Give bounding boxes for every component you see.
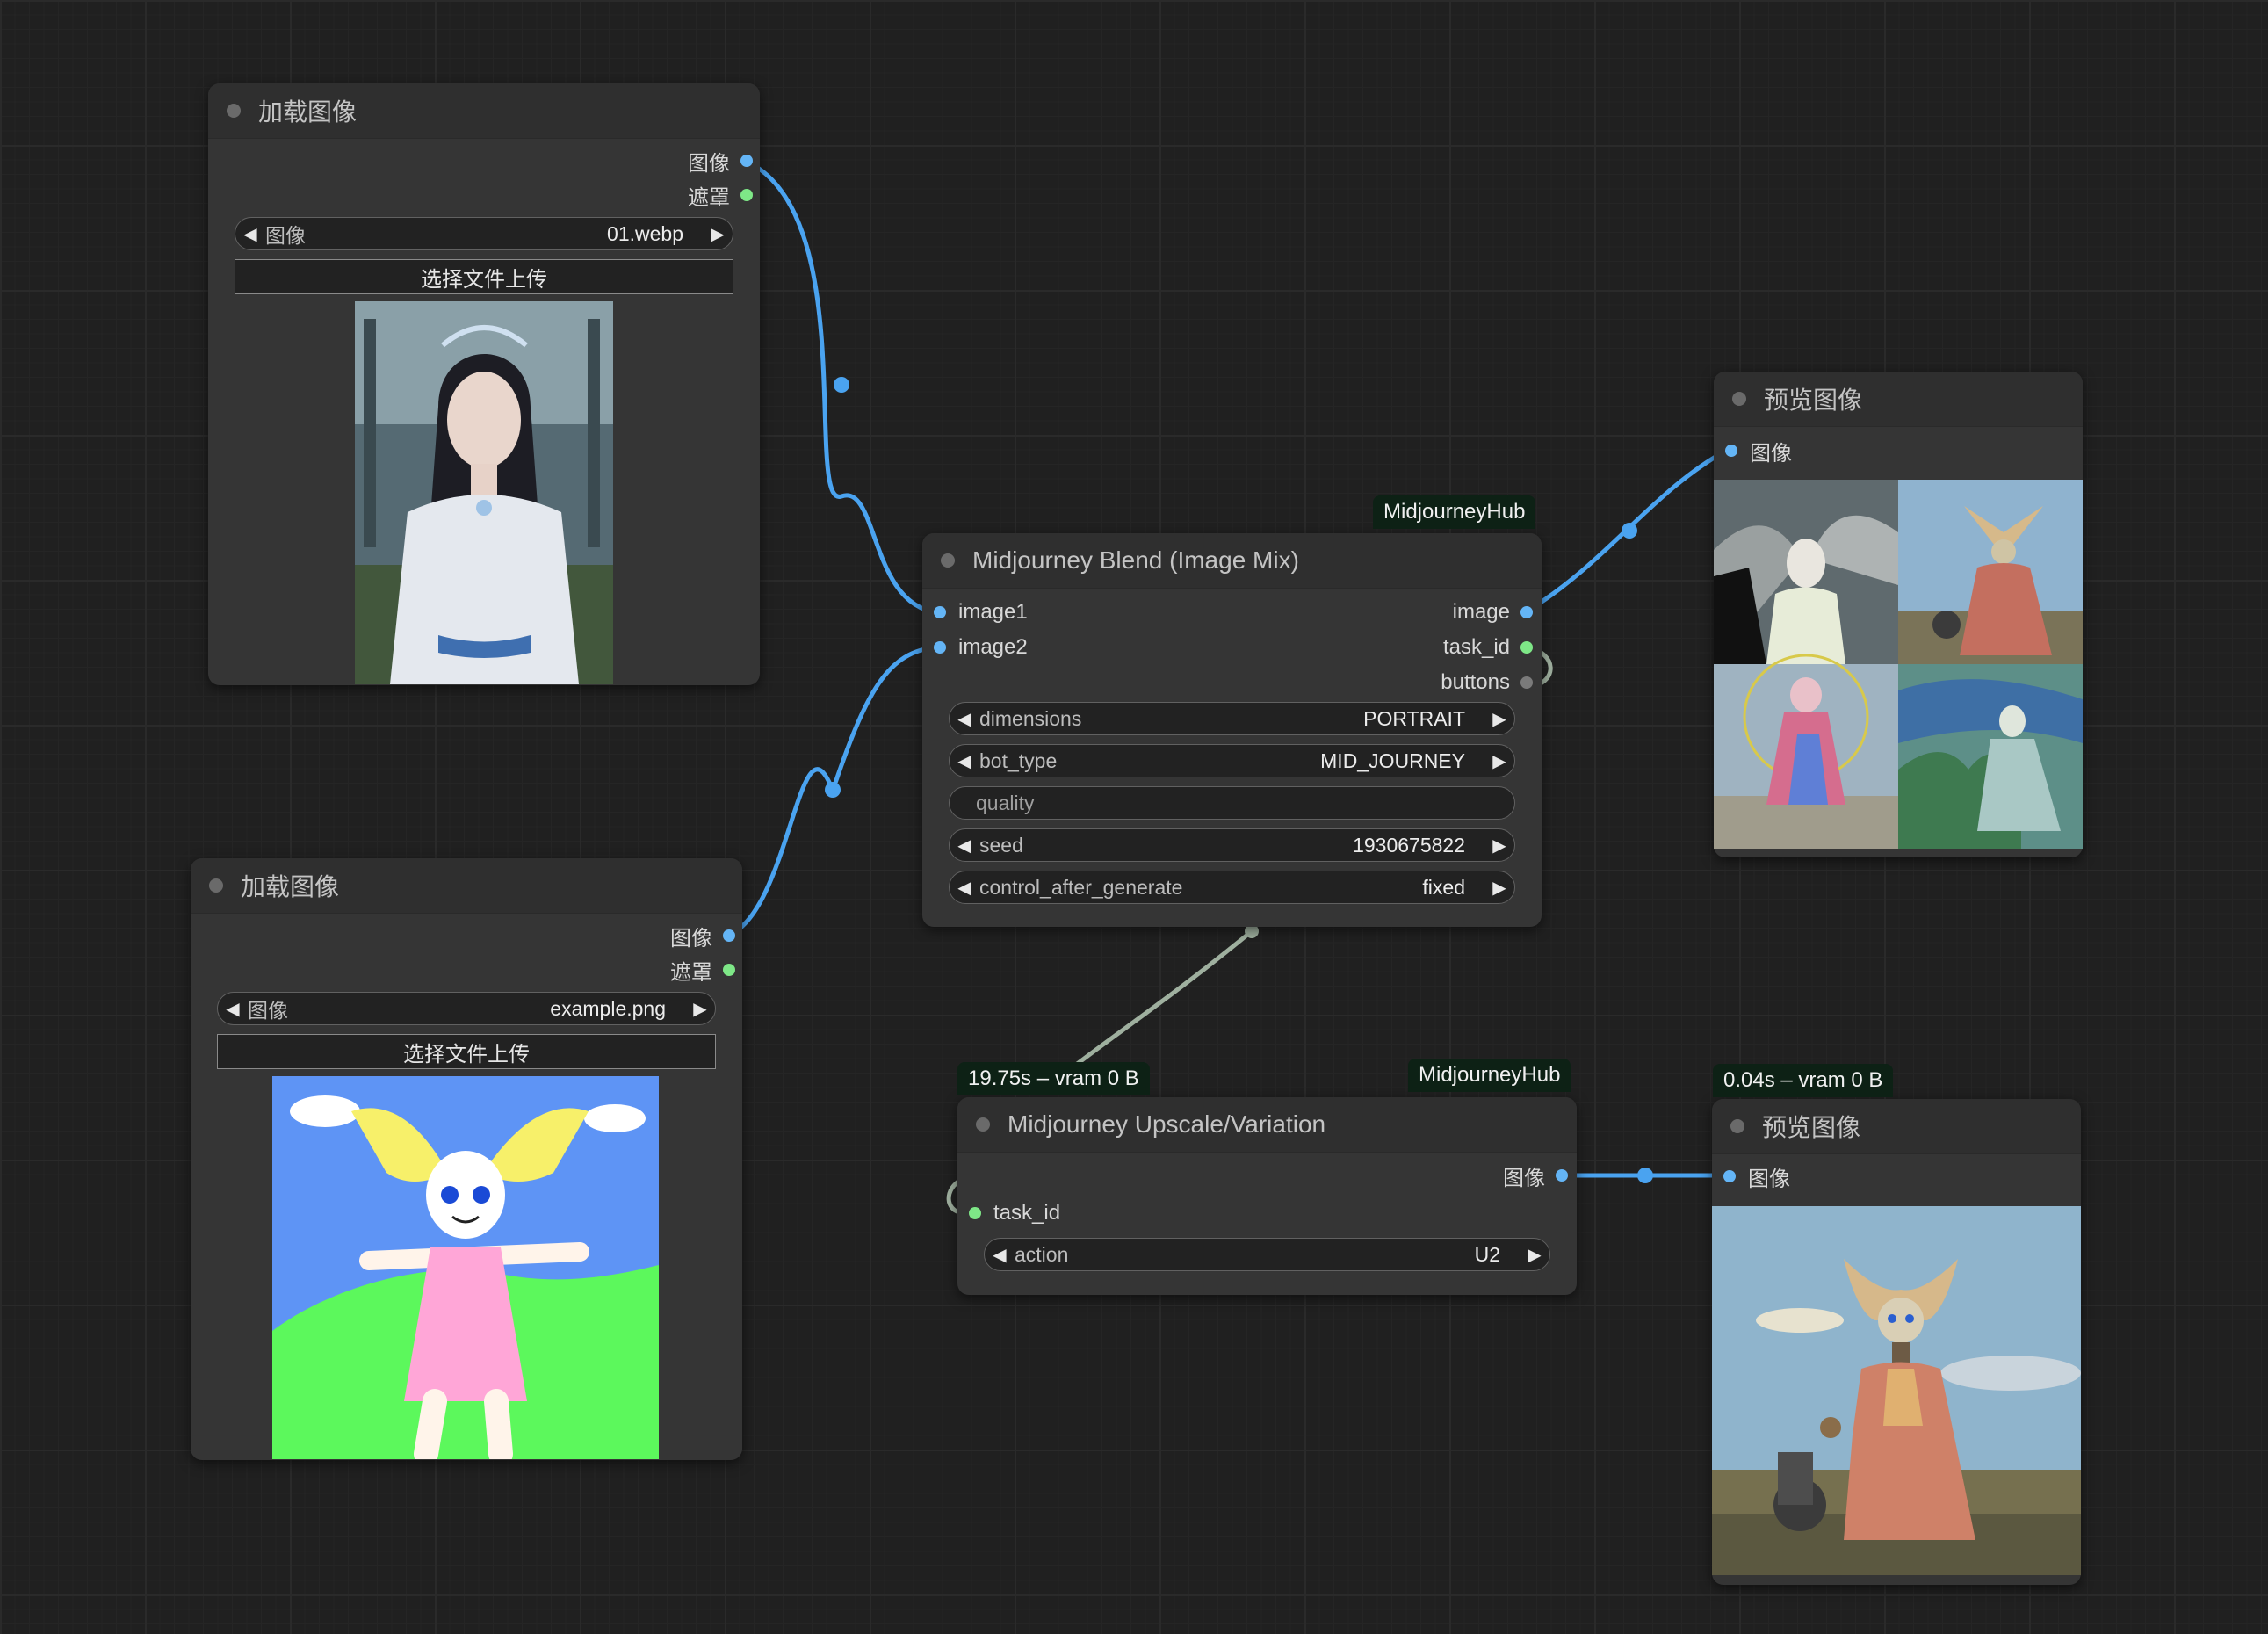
input-slot-image2[interactable]: image2 xyxy=(934,634,1028,661)
left-arrow-icon[interactable]: ◀ xyxy=(950,750,979,772)
output-slot-mask[interactable]: 遮罩 xyxy=(688,182,753,210)
slot-dot-icon[interactable] xyxy=(1723,1170,1736,1182)
upload-file-button[interactable]: 选择文件上传 xyxy=(217,1034,716,1069)
link-blend-task-id-to-upscale[interactable] xyxy=(1074,929,1253,1066)
slot-dot-icon[interactable] xyxy=(969,1207,981,1219)
node-title: Midjourney Blend (Image Mix) xyxy=(972,546,1299,574)
right-arrow-icon[interactable]: ▶ xyxy=(1484,877,1514,899)
collapse-dot-icon[interactable] xyxy=(1732,392,1746,406)
node-badge: MidjourneyHub xyxy=(1373,495,1536,529)
image-select-widget[interactable]: ◀ 图像 01.webp ▶ xyxy=(235,217,733,250)
quality-input[interactable]: quality xyxy=(949,786,1515,820)
left-arrow-icon[interactable]: ◀ xyxy=(950,708,979,730)
midjourney-upscale-variation-node[interactable]: Midjourney Upscale/Variation 图像 task_id … xyxy=(957,1097,1577,1295)
bot-type-combo[interactable]: ◀ bot_type MID_JOURNEY ▶ xyxy=(949,744,1515,777)
node-title-bar[interactable]: 加载图像 xyxy=(191,858,742,914)
node-title-bar[interactable]: Midjourney Blend (Image Mix) xyxy=(922,533,1542,589)
slot-dot-icon[interactable] xyxy=(740,155,753,167)
preview-image-grid xyxy=(1714,480,2083,849)
action-combo[interactable]: ◀ action U2 ▶ xyxy=(984,1238,1550,1271)
slot-dot-icon[interactable] xyxy=(1520,641,1533,654)
load-image-node-2[interactable]: 加载图像 图像 遮罩 ◀ 图像 example.png ▶ 选择文件上传 xyxy=(191,858,742,1460)
right-arrow-icon[interactable]: ▶ xyxy=(703,223,733,245)
right-arrow-icon[interactable]: ▶ xyxy=(1484,835,1514,857)
output-slot-image[interactable]: 图像 xyxy=(1503,1162,1568,1190)
input-slot-image1[interactable]: image1 xyxy=(934,599,1028,625)
input-slot-image[interactable]: 图像 xyxy=(1723,1163,1790,1191)
slot-dot-icon[interactable] xyxy=(740,189,753,201)
collapse-dot-icon[interactable] xyxy=(227,104,241,118)
left-arrow-icon[interactable]: ◀ xyxy=(950,877,979,899)
execution-time-badge: 0.04s – vram 0 B xyxy=(1713,1064,1894,1097)
preview-image-upscaled xyxy=(1712,1206,2081,1575)
dimensions-combo[interactable]: ◀ dimensions PORTRAIT ▶ xyxy=(949,702,1515,735)
slot-dot-icon[interactable] xyxy=(723,964,735,976)
slot-dot-icon[interactable] xyxy=(1725,445,1737,457)
right-arrow-icon[interactable]: ▶ xyxy=(1484,750,1514,772)
node-title: Midjourney Upscale/Variation xyxy=(1008,1110,1326,1138)
midjourney-blend-node[interactable]: Midjourney Blend (Image Mix) image1 imag… xyxy=(922,533,1542,927)
output-slot-task-id[interactable]: task_id xyxy=(1443,634,1533,661)
slot-dot-icon[interactable] xyxy=(934,641,946,654)
slot-dot-icon[interactable] xyxy=(1556,1169,1568,1182)
output-slot-image[interactable]: image xyxy=(1453,599,1533,625)
output-slot-image[interactable]: 图像 xyxy=(688,148,753,176)
seed-number-widget[interactable]: ◀ seed 1930675822 ▶ xyxy=(949,828,1515,862)
image-select-widget[interactable]: ◀ 图像 example.png ▶ xyxy=(217,992,716,1025)
input-slot-image[interactable]: 图像 xyxy=(1725,437,1792,466)
control-after-generate-combo[interactable]: ◀ control_after_generate fixed ▶ xyxy=(949,871,1515,904)
input-slot-task-id[interactable]: task_id xyxy=(969,1200,1060,1226)
collapse-dot-icon[interactable] xyxy=(941,553,955,568)
load-image-node-1[interactable]: 加载图像 图像 遮罩 ◀ 图像 01.webp ▶ 选择文件上传 xyxy=(208,83,760,685)
link-midpoint[interactable] xyxy=(834,377,849,393)
node-title-bar[interactable]: 预览图像 xyxy=(1714,372,2083,427)
loaded-image-preview-drawing xyxy=(272,1076,659,1459)
left-arrow-icon[interactable]: ◀ xyxy=(985,1244,1015,1266)
node-title-bar[interactable]: 预览图像 xyxy=(1712,1099,2081,1154)
slot-dot-icon[interactable] xyxy=(723,929,735,942)
right-arrow-icon[interactable]: ▶ xyxy=(1484,708,1514,730)
right-arrow-icon[interactable]: ▶ xyxy=(1520,1244,1549,1266)
left-arrow-icon[interactable]: ◀ xyxy=(235,223,265,245)
slot-dot-icon[interactable] xyxy=(934,606,946,618)
node-title: 加载图像 xyxy=(258,98,358,126)
node-title: 加载图像 xyxy=(241,873,340,900)
node-title-bar[interactable]: Midjourney Upscale/Variation xyxy=(957,1097,1577,1153)
link-midpoint[interactable] xyxy=(1637,1168,1653,1183)
link-midpoint[interactable] xyxy=(1622,523,1637,539)
link-midpoint[interactable] xyxy=(825,782,841,798)
loaded-image-preview-girl xyxy=(355,301,613,684)
right-arrow-icon[interactable]: ▶ xyxy=(685,998,715,1020)
node-title: 预览图像 xyxy=(1764,387,1863,414)
slot-dot-icon[interactable] xyxy=(1520,606,1533,618)
upload-file-button[interactable]: 选择文件上传 xyxy=(235,259,733,294)
output-slot-buttons[interactable]: buttons xyxy=(1441,669,1533,696)
output-slot-mask[interactable]: 遮罩 xyxy=(670,957,735,985)
execution-time-badge: 19.75s – vram 0 B xyxy=(957,1062,1150,1095)
collapse-dot-icon[interactable] xyxy=(976,1117,990,1132)
collapse-dot-icon[interactable] xyxy=(1730,1119,1744,1133)
node-title-bar[interactable]: 加载图像 xyxy=(208,83,760,139)
node-badge: MidjourneyHub xyxy=(1408,1059,1571,1092)
left-arrow-icon[interactable]: ◀ xyxy=(950,835,979,857)
collapse-dot-icon[interactable] xyxy=(209,878,223,893)
output-slot-image[interactable]: 图像 xyxy=(670,922,735,951)
preview-image-node-1[interactable]: 预览图像 图像 xyxy=(1714,372,2083,857)
slot-dot-icon[interactable] xyxy=(1520,676,1533,689)
preview-image-node-2[interactable]: 预览图像 图像 xyxy=(1712,1099,2081,1585)
node-title: 预览图像 xyxy=(1762,1114,1861,1141)
left-arrow-icon[interactable]: ◀ xyxy=(218,998,248,1020)
